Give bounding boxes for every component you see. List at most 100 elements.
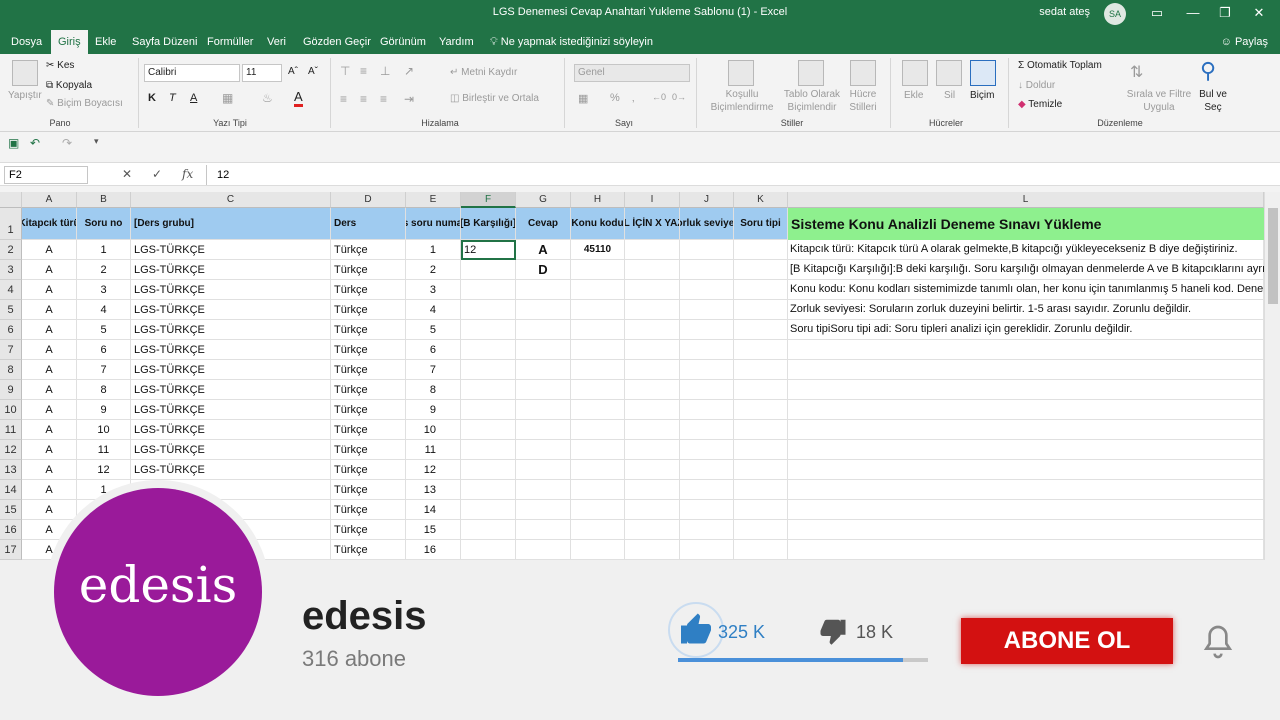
format-cells-button[interactable]: Biçim	[970, 90, 994, 101]
grid-cell[interactable]: 7	[406, 360, 461, 380]
grid-cell[interactable]	[571, 420, 625, 440]
header-cell-k[interactable]: Soru tipi	[734, 208, 788, 240]
grid-cell[interactable]	[680, 480, 734, 500]
grid-cell[interactable]	[516, 400, 571, 420]
header-cell-h[interactable]: Konu kodu	[571, 208, 625, 240]
percent-icon[interactable]: %	[610, 92, 620, 104]
comma-icon[interactable]: ‚	[632, 92, 634, 104]
grid-cell[interactable]: 1	[77, 240, 131, 260]
save-icon[interactable]: ▣	[8, 136, 19, 150]
grid-cell[interactable]	[680, 340, 734, 360]
underline-button[interactable]: A	[190, 92, 197, 104]
grid-cell[interactable]: 16	[406, 540, 461, 560]
grid-cell[interactable]	[788, 520, 1264, 540]
grid-cell[interactable]	[461, 480, 516, 500]
tab-view[interactable]: Görünüm	[373, 30, 433, 54]
delete-cells-icon[interactable]	[936, 60, 962, 86]
align-middle-icon[interactable]: ≡	[360, 64, 367, 78]
grid-cell[interactable]	[571, 360, 625, 380]
grid-cell[interactable]	[680, 380, 734, 400]
select-all-corner[interactable]	[0, 192, 22, 208]
grid-cell[interactable]: LGS-TÜRKÇE	[131, 380, 331, 400]
channel-logo[interactable]: edesis	[54, 488, 262, 696]
grid-cell[interactable]: LGS-TÜRKÇE	[131, 400, 331, 420]
grow-font-icon[interactable]: Aˆ	[288, 66, 298, 77]
grid-cell[interactable]	[734, 300, 788, 320]
grid-cell[interactable]	[734, 540, 788, 560]
row-header[interactable]: 13	[0, 460, 22, 480]
subscribe-button[interactable]: ABONE OL	[961, 618, 1173, 664]
grid-cell[interactable]: Türkçe	[331, 280, 406, 300]
grid-cell[interactable]: A	[22, 480, 77, 500]
fill-button[interactable]: ↓ Doldur	[1018, 80, 1055, 91]
grid-cell[interactable]	[788, 460, 1264, 480]
row-header[interactable]: 15	[0, 500, 22, 520]
grid-cell[interactable]	[516, 540, 571, 560]
grid-cell[interactable]: 10	[77, 420, 131, 440]
conditional-format-button[interactable]: Koşullu Biçimlendirme	[704, 88, 780, 114]
grid-cell[interactable]	[788, 340, 1264, 360]
format-cells-icon[interactable]	[970, 60, 996, 86]
grid-cell[interactable]	[461, 300, 516, 320]
grid-cell[interactable]	[680, 300, 734, 320]
grid-cell[interactable]	[625, 480, 680, 500]
format-painter-button[interactable]: ✎ Biçim Boyacısı	[46, 98, 123, 109]
grid-cell[interactable]	[625, 400, 680, 420]
row-header[interactable]: 17	[0, 540, 22, 560]
row-header[interactable]: 16	[0, 520, 22, 540]
tell-me-search[interactable]: 💡︎ Ne yapmak istediğinizi söyleyin	[490, 30, 653, 54]
grid-cell[interactable]	[788, 480, 1264, 500]
grid-cell[interactable]: Türkçe	[331, 520, 406, 540]
grid-cell[interactable]	[571, 520, 625, 540]
grid-cell[interactable]: 13	[406, 480, 461, 500]
header-cell-g[interactable]: Cevap	[516, 208, 571, 240]
grid-cell[interactable]	[734, 480, 788, 500]
row-header[interactable]: 2	[0, 240, 22, 260]
grid-cell[interactable]	[461, 360, 516, 380]
vertical-scrollbar[interactable]	[1264, 192, 1280, 560]
tab-home[interactable]: Giriş	[51, 30, 88, 54]
currency-icon[interactable]: ▦	[578, 92, 588, 105]
row-header[interactable]: 11	[0, 420, 22, 440]
grid-cell[interactable]	[516, 420, 571, 440]
grid-cell[interactable]	[788, 500, 1264, 520]
grid-cell[interactable]: A	[516, 240, 571, 260]
find-select-button[interactable]: Bul ve Seç	[1198, 88, 1228, 114]
grid-cell[interactable]	[734, 360, 788, 380]
minimize-icon[interactable]: —	[1178, 2, 1208, 24]
grid-cell[interactable]: 4	[406, 300, 461, 320]
close-icon[interactable]: ✕	[1244, 2, 1274, 24]
grid-cell[interactable]	[788, 420, 1264, 440]
grid-cell[interactable]	[680, 540, 734, 560]
borders-icon[interactable]: ▦	[222, 91, 233, 105]
header-cell-i[interactable]: [İPTAL İÇİN X YAZINIZ]	[625, 208, 680, 240]
info-title[interactable]: Sisteme Konu Analizli Deneme Sınavı Yükl…	[788, 208, 1264, 240]
grid-cell[interactable]	[461, 340, 516, 360]
grid-cell[interactable]: 2	[406, 260, 461, 280]
increase-decimal-icon[interactable]: ←0	[652, 92, 666, 102]
sort-filter-button[interactable]: Sırala ve Filtre Uygula	[1124, 88, 1194, 114]
grid-cell[interactable]: Türkçe	[331, 460, 406, 480]
align-center-icon[interactable]: ≡	[360, 92, 367, 106]
grid-cell[interactable]: 9	[406, 400, 461, 420]
grid-cell[interactable]	[625, 260, 680, 280]
tab-insert[interactable]: Ekle	[88, 30, 123, 54]
grid-cell[interactable]	[788, 400, 1264, 420]
clear-button[interactable]: ◆ Temizle	[1018, 99, 1062, 110]
grid-cell[interactable]: LGS-TÜRKÇE	[131, 280, 331, 300]
grid-cell[interactable]	[680, 320, 734, 340]
grid-cell[interactable]: Türkçe	[331, 400, 406, 420]
grid-cell[interactable]: 3	[406, 280, 461, 300]
grid-cell[interactable]	[571, 260, 625, 280]
decrease-decimal-icon[interactable]: 0→	[672, 92, 686, 102]
grid-cell[interactable]	[461, 440, 516, 460]
header-cell-e[interactable]: Ders soru numarasi	[406, 208, 461, 240]
grid-cell[interactable]: 1	[406, 240, 461, 260]
user-name[interactable]: sedat ateş	[1039, 6, 1090, 18]
grid-cell[interactable]	[571, 300, 625, 320]
grid-cell[interactable]: 14	[406, 500, 461, 520]
grid-cell[interactable]	[461, 500, 516, 520]
header-cell-f[interactable]: [B Karşılığı]	[461, 208, 516, 240]
grid-cell[interactable]: Türkçe	[331, 360, 406, 380]
grid-cell[interactable]	[571, 480, 625, 500]
